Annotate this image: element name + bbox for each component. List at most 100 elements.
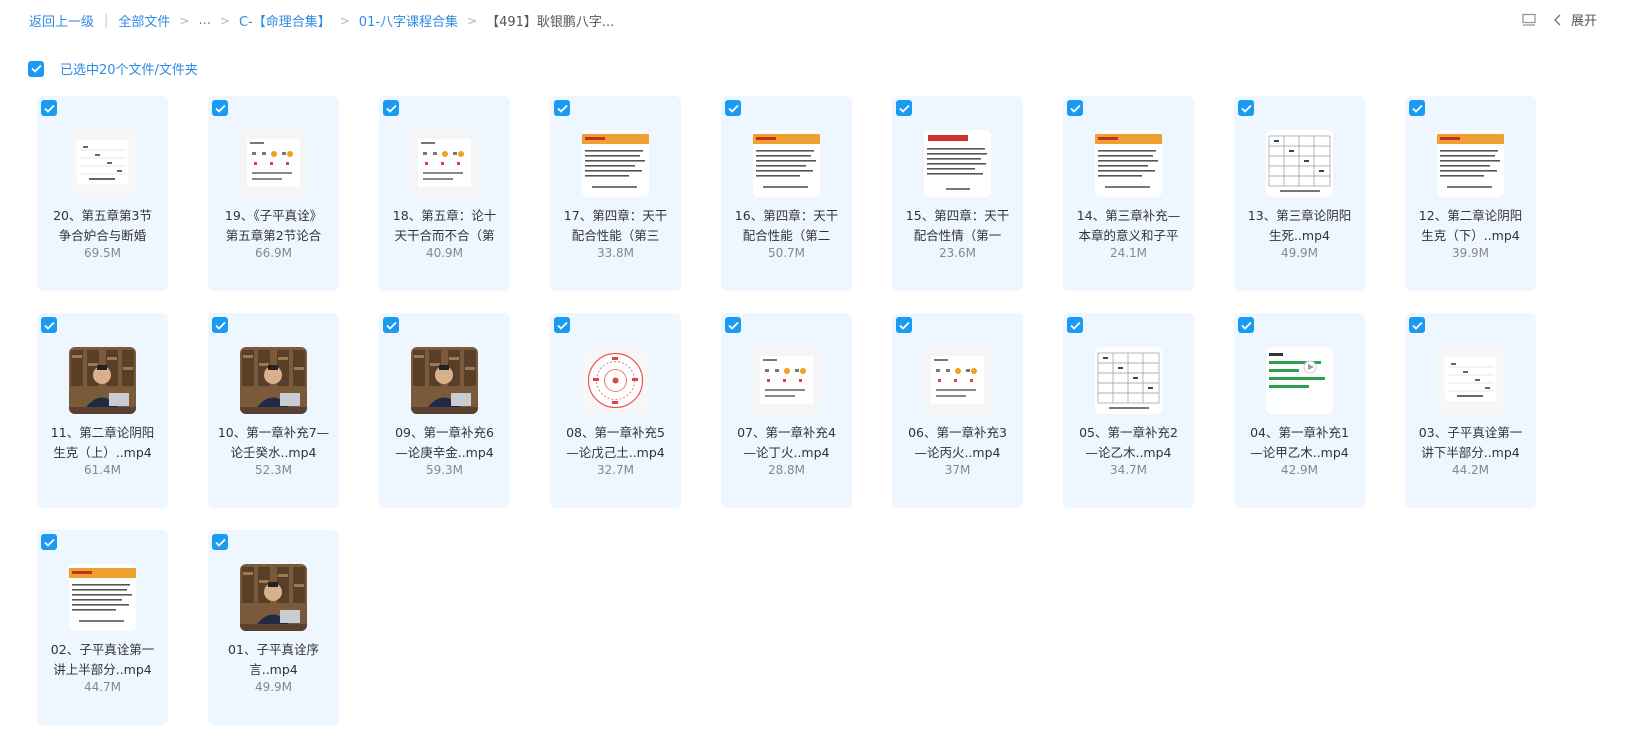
select-all-row: 已选中20个文件/文件夹: [28, 59, 198, 78]
file-checkbox[interactable]: [383, 317, 399, 333]
file-checkbox[interactable]: [1238, 317, 1254, 333]
file-checkbox[interactable]: [1067, 100, 1083, 116]
file-name-line2: 配合性情（第一: [913, 228, 1002, 243]
chevron-left-icon: [1553, 14, 1561, 25]
file-card[interactable]: 05、第一章补充2 —论乙木..mp4 34.7M: [1063, 313, 1194, 508]
file-checkbox[interactable]: [41, 534, 57, 550]
file-size: 44.2M: [1451, 463, 1490, 477]
file-checkbox[interactable]: [896, 100, 912, 116]
file-card[interactable]: 11、第二章论阴阳 生克（上）..mp4 61.4M: [37, 313, 168, 508]
file-checkbox[interactable]: [383, 100, 399, 116]
file-checkbox[interactable]: [1238, 100, 1254, 116]
file-thumbnail: [1266, 347, 1333, 414]
file-name-line1: 13、第三章论阴阳: [1247, 208, 1352, 223]
file-checkbox[interactable]: [212, 317, 228, 333]
select-all-checkbox[interactable]: [28, 60, 44, 77]
file-name-line1: 16、第四章：天干: [734, 208, 839, 223]
file-checkbox[interactable]: [725, 317, 741, 333]
file-card[interactable]: 09、第一章补充6 —论庚辛金..mp4 59.3M: [379, 313, 510, 508]
file-size: 59.3M: [425, 463, 464, 477]
file-thumbnail: [411, 347, 478, 414]
chevron-right-icon: >: [179, 13, 190, 28]
file-name: 17、第四章：天干 配合性能（第三: [556, 206, 675, 246]
file-size: 69.5M: [83, 246, 122, 260]
breadcrumb: 返回上一级 | 全部文件 > ... > C-【命理合集】 > 01-八字课程合…: [29, 11, 614, 30]
file-card[interactable]: 03、子平真诠第一 讲下半部分..mp4 44.2M: [1405, 313, 1536, 508]
file-thumbnail: [753, 130, 820, 197]
file-checkbox[interactable]: [212, 100, 228, 116]
file-thumbnail: [1437, 130, 1504, 197]
file-card[interactable]: 06、第一章补充3 —论丙火..mp4 37M: [892, 313, 1023, 508]
file-checkbox[interactable]: [554, 317, 570, 333]
file-size: 42.9M: [1280, 463, 1319, 477]
file-card[interactable]: 10、第一章补充7— 论壬癸水..mp4 52.3M: [208, 313, 339, 508]
file-card[interactable]: 16、第四章：天干 配合性能（第二 50.7M: [721, 96, 852, 291]
back-link[interactable]: 返回上一级: [29, 11, 94, 30]
file-thumbnail: [753, 347, 820, 414]
file-checkbox[interactable]: [896, 317, 912, 333]
file-name: 10、第一章补充7— 论壬癸水..mp4: [214, 423, 333, 463]
expand-label: 展开: [1570, 14, 1597, 29]
file-name-line2: 第五章第2节论合: [225, 228, 322, 243]
file-name: 03、子平真诠第一 讲下半部分..mp4: [1411, 423, 1530, 463]
file-card[interactable]: 07、第一章补充4 —论丁火..mp4 28.8M: [721, 313, 852, 508]
file-card[interactable]: 13、第三章论阴阳 生死..mp4 49.9M: [1234, 96, 1365, 291]
file-size: 34.7M: [1109, 463, 1148, 477]
file-card[interactable]: 15、第四章：天干 配合性情（第一 23.6M: [892, 96, 1023, 291]
file-size: 33.8M: [596, 246, 635, 260]
check-icon: [727, 321, 739, 330]
file-card[interactable]: 20、第五章第3节 争合妒合与断婚 69.5M: [37, 96, 168, 291]
file-checkbox[interactable]: [554, 100, 570, 116]
right-tools: 展开: [1521, 10, 1597, 29]
file-size: 40.9M: [425, 246, 464, 260]
file-card[interactable]: 18、第五章：论十 天干合而不合（第 40.9M: [379, 96, 510, 291]
file-thumbnail: [411, 130, 478, 197]
file-size: 49.9M: [254, 680, 293, 694]
file-thumbnail: [1266, 130, 1333, 197]
file-card[interactable]: 08、第一章补充5 —论戊己土..mp4 32.7M: [550, 313, 681, 508]
check-icon: [385, 104, 397, 113]
file-thumbnail: [1095, 130, 1162, 197]
file-name-line2: 论壬癸水..mp4: [230, 445, 317, 460]
file-checkbox[interactable]: [1409, 100, 1425, 116]
breadcrumb-folder-mingli[interactable]: C-【命理合集】: [239, 11, 331, 30]
file-name-line1: 05、第一章补充2: [1079, 425, 1178, 440]
breadcrumb-current: 【491】耿银鹏八字...: [486, 15, 615, 30]
check-icon: [385, 321, 397, 330]
file-name-line2: —论甲乙木..mp4: [1250, 445, 1349, 460]
breadcrumb-all-files[interactable]: 全部文件: [118, 11, 170, 30]
check-icon: [43, 321, 55, 330]
expand-button[interactable]: 展开: [1553, 10, 1597, 29]
file-thumbnail: [240, 564, 307, 631]
file-checkbox[interactable]: [725, 100, 741, 116]
file-checkbox[interactable]: [1067, 317, 1083, 333]
file-checkbox[interactable]: [41, 100, 57, 116]
check-icon: [1069, 104, 1081, 113]
chevron-right-icon: >: [467, 13, 478, 28]
file-name-line2: 讲下半部分..mp4: [1421, 445, 1520, 460]
file-name: 01、子平真诠序 言..mp4: [214, 640, 333, 680]
file-name-line2: —论乙木..mp4: [1085, 445, 1172, 460]
file-card[interactable]: 02、子平真诠第一 讲上半部分..mp4 44.7M: [37, 530, 168, 725]
file-name: 16、第四章：天干 配合性能（第二: [727, 206, 846, 246]
file-card[interactable]: 17、第四章：天干 配合性能（第三 33.8M: [550, 96, 681, 291]
file-thumbnail: [1095, 347, 1162, 414]
file-card[interactable]: 12、第二章论阴阳 生克（下）..mp4 39.9M: [1405, 96, 1536, 291]
breadcrumb-ellipsis[interactable]: ...: [198, 13, 210, 28]
list-view-icon[interactable]: [1521, 12, 1537, 28]
file-card[interactable]: 01、子平真诠序 言..mp4 49.9M: [208, 530, 339, 725]
file-size: 39.9M: [1451, 246, 1490, 260]
file-name-line1: 19、《子平真诠》: [224, 208, 323, 223]
file-card[interactable]: 19、《子平真诠》 第五章第2节论合 66.9M: [208, 96, 339, 291]
file-name: 15、第四章：天干 配合性情（第一: [898, 206, 1017, 246]
file-checkbox[interactable]: [1409, 317, 1425, 333]
file-name-line2: 天干合而不合（第: [394, 228, 495, 243]
file-size: 61.4M: [83, 463, 122, 477]
file-name-line1: 09、第一章补充6: [395, 425, 494, 440]
file-card[interactable]: 04、第一章补充1 —论甲乙木..mp4 42.9M: [1234, 313, 1365, 508]
file-checkbox[interactable]: [212, 534, 228, 550]
breadcrumb-folder-bazi[interactable]: 01-八字课程合集: [359, 11, 458, 30]
file-name: 14、第三章补充— 本章的意义和子平: [1069, 206, 1188, 246]
file-card[interactable]: 14、第三章补充— 本章的意义和子平 24.1M: [1063, 96, 1194, 291]
file-checkbox[interactable]: [41, 317, 57, 333]
